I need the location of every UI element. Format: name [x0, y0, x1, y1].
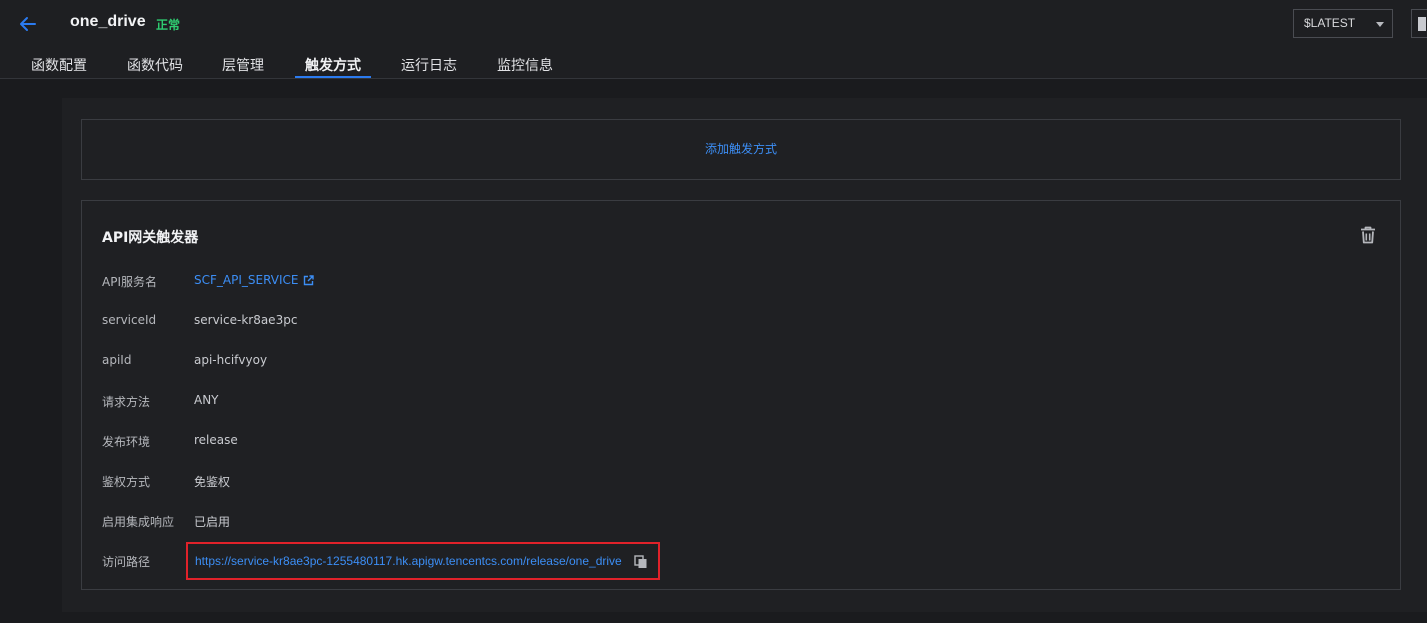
release-env-label: 发布环境 — [102, 435, 151, 449]
version-value: $LATEST — [1304, 16, 1356, 30]
arrow-left-icon — [20, 17, 36, 31]
top-header: one_drive 正常 $LATEST — [0, 0, 1427, 79]
external-link-icon — [304, 275, 315, 286]
service-id-value: service-kr8ae3pc — [194, 313, 298, 327]
api-gateway-trigger-card: API网关触发器 API服务名 SCF_API_SERVICE serviceI… — [81, 200, 1401, 590]
version-select[interactable]: $LATEST — [1293, 9, 1393, 38]
tab-function-code[interactable]: 函数代码 — [127, 55, 183, 75]
request-method-label: 请求方法 — [102, 395, 151, 409]
tab-monitoring[interactable]: 监控信息 — [497, 55, 553, 75]
auth-type-label: 鉴权方式 — [102, 475, 151, 489]
add-trigger-label: 添加触发方式 — [704, 142, 777, 156]
add-trigger-button[interactable]: 添加触发方式 — [81, 119, 1401, 180]
caret-down-icon — [1376, 22, 1384, 27]
access-path-link[interactable]: https://service-kr8ae3pc-1255480117.hk.a… — [195, 554, 622, 568]
access-path-highlight: https://service-kr8ae3pc-1255480117.hk.a… — [186, 542, 660, 580]
edge-button[interactable] — [1411, 9, 1427, 38]
trigger-title: API网关触发器 — [102, 230, 199, 246]
service-id-label: serviceId — [102, 313, 157, 327]
tab-logs[interactable]: 运行日志 — [401, 55, 457, 75]
delete-trigger-button[interactable] — [1358, 225, 1378, 245]
tab-layer-management[interactable]: 层管理 — [222, 55, 264, 75]
trash-icon — [1361, 226, 1375, 244]
copy-button[interactable] — [634, 555, 648, 569]
api-id-value: api-hcifvyoy — [194, 353, 268, 367]
integrated-response-value: 已启用 — [194, 515, 231, 529]
status-badge: 正常 — [156, 18, 181, 32]
back-button[interactable] — [18, 14, 38, 34]
api-service-link[interactable]: SCF_API_SERVICE — [194, 273, 315, 287]
request-method-value: ANY — [194, 393, 219, 407]
function-name: one_drive — [70, 13, 146, 30]
integrated-response-label: 启用集成响应 — [102, 515, 175, 529]
release-env-value: release — [194, 433, 238, 447]
access-path-label: 访问路径 — [102, 555, 151, 569]
copy-icon — [634, 555, 647, 568]
api-service-value: SCF_API_SERVICE — [194, 273, 299, 287]
edge-button-glyph — [1418, 17, 1426, 31]
api-id-label: apiId — [102, 353, 132, 367]
tab-function-config[interactable]: 函数配置 — [31, 55, 87, 75]
tab-trigger[interactable]: 触发方式 — [305, 55, 361, 75]
active-tab-indicator — [295, 76, 371, 78]
api-service-label: API服务名 — [102, 275, 157, 289]
auth-type-value: 免鉴权 — [194, 475, 231, 489]
